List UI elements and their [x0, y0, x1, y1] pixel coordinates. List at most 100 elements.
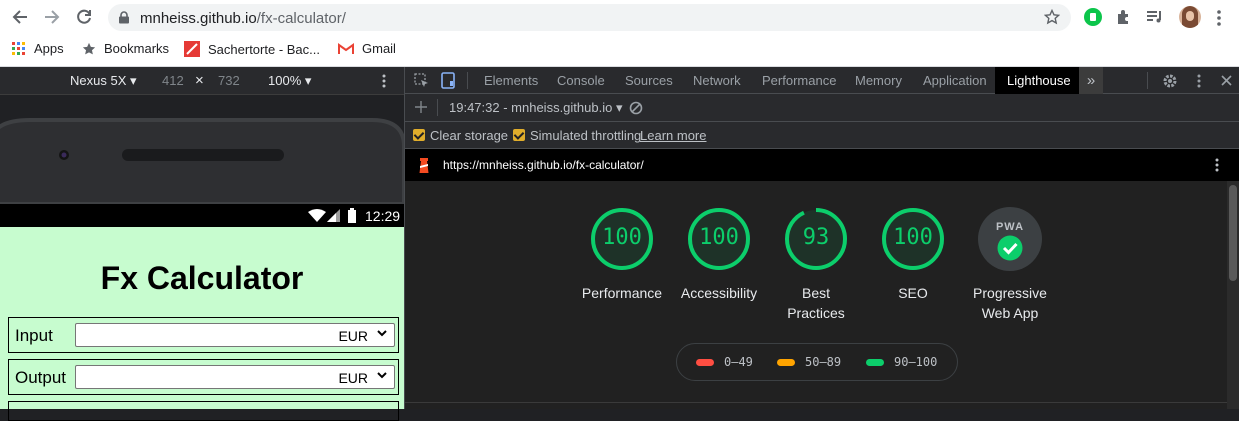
address-bar[interactable]: mnheiss.github.io/fx-calculator/: [108, 4, 1071, 31]
report-select[interactable]: 19:47:32 - mnheiss.github.io ▾: [449, 100, 622, 116]
legend-swatch-icon: [866, 358, 884, 366]
score-legend: 0–49 50–89 90–100: [676, 343, 958, 381]
forward-arrow-icon: [45, 10, 60, 24]
reload-button[interactable]: [72, 5, 96, 29]
gauge-best-practices[interactable]: 93 Best Practices: [769, 207, 863, 323]
phone-frame: [0, 116, 404, 204]
device-select[interactable]: Nexus 5X ▾: [70, 73, 137, 89]
cell-signal-icon: [327, 209, 340, 222]
report-url: https://mnheiss.github.io/fx-calculator/: [443, 158, 644, 172]
inspect-element-icon[interactable]: [414, 73, 429, 88]
bookmark-star-icon[interactable]: [1044, 9, 1060, 25]
input-label: Input: [15, 326, 53, 345]
bookmark-label: Apps: [34, 41, 64, 56]
gauge-seo[interactable]: 100 SEO: [866, 207, 960, 303]
output-currency-value: EUR: [338, 370, 368, 386]
bookmark-apps[interactable]: Apps: [12, 41, 64, 56]
legend-range: 0–49: [724, 355, 753, 369]
tab-separator: [1147, 72, 1148, 89]
chrome-menu-icon[interactable]: [1216, 9, 1222, 27]
pwa-label: Progressive Web App: [963, 283, 1057, 323]
wifi-icon: [308, 209, 326, 222]
close-icon[interactable]: [1221, 75, 1232, 86]
device-height[interactable]: 732: [218, 73, 240, 88]
pwa-badge-text: PWA: [995, 221, 1025, 233]
dimension-times: ×: [195, 72, 204, 89]
toolbar-separator: [437, 99, 438, 116]
tab-lighthouse[interactable]: Lighthouse: [995, 67, 1083, 94]
bookmark-gmail[interactable]: Gmail: [338, 41, 396, 56]
tab-network[interactable]: Network: [693, 67, 741, 94]
gauge-score: 93: [802, 225, 830, 250]
pwa-badge[interactable]: PWA Progressive Web App: [963, 207, 1057, 323]
pwa-label-line-1: Progressive: [973, 285, 1047, 301]
legend-item: 90–100: [866, 355, 937, 369]
device-ruler: [0, 94, 404, 116]
chevron-down-icon: [377, 330, 387, 337]
settings-gear-icon[interactable]: [1162, 73, 1178, 89]
gauge-label-line: SEO: [898, 285, 928, 301]
extensions-puzzle-icon[interactable]: [1115, 8, 1133, 26]
report-menu-icon[interactable]: [1215, 158, 1219, 172]
tab-performance[interactable]: Performance: [762, 67, 836, 94]
gauge-score: 100: [699, 225, 739, 250]
tab-application[interactable]: Application: [923, 67, 987, 94]
clear-storage-label: Clear storage: [430, 128, 509, 143]
tab-elements[interactable]: Elements: [484, 67, 538, 94]
extension-green-icon[interactable]: [1084, 8, 1102, 26]
device-width[interactable]: 412: [162, 73, 184, 88]
gauge-label-line: Performance: [581, 285, 663, 301]
forward-button[interactable]: [40, 5, 64, 29]
back-arrow-icon: [12, 10, 27, 24]
tab-memory[interactable]: Memory: [855, 67, 902, 94]
app-title: Fx Calculator: [100, 260, 304, 296]
status-time: 12:29: [365, 208, 401, 224]
tab-sources[interactable]: Sources: [625, 67, 673, 94]
zoom-select[interactable]: 100% ▾: [268, 73, 311, 89]
lighthouse-options: Clear storage Simulated throttling Learn…: [405, 122, 1239, 149]
tab-console[interactable]: Console: [557, 67, 605, 94]
media-queue-icon[interactable]: [1146, 9, 1164, 25]
back-button[interactable]: [8, 5, 32, 29]
scrollbar-thumb[interactable]: [1229, 185, 1237, 281]
bookmark-bookmarks[interactable]: Bookmarks: [82, 41, 169, 56]
gauge-performance[interactable]: 100 Performance: [575, 207, 669, 303]
output-row: Output EUR: [8, 359, 399, 395]
bookmark-sachertorte[interactable]: Sachertorte - Bac...: [184, 41, 320, 57]
url-path: /fx-calculator/: [256, 10, 346, 27]
learn-more-link[interactable]: Learn more: [640, 128, 706, 143]
device-more-icon[interactable]: [382, 74, 386, 88]
amount-row: [8, 401, 399, 421]
clear-block-icon[interactable]: [629, 101, 643, 115]
bookmark-label: Bookmarks: [104, 41, 170, 56]
legend-item: 0–49: [696, 355, 753, 369]
profile-avatar[interactable]: [1179, 6, 1201, 28]
report-divider: [405, 402, 1227, 403]
address-url: mnheiss.github.io/fx-calculator/: [140, 10, 346, 27]
phone-status-bar: 12:29: [0, 204, 404, 227]
gauge-label: SEO: [866, 283, 960, 303]
input-currency-select[interactable]: EUR: [75, 323, 395, 347]
device-toolbar: Nexus 5X ▾ 412 × 732 100% ▾: [0, 67, 404, 94]
gauge-score: 100: [893, 225, 933, 250]
output-currency-select[interactable]: EUR: [75, 365, 395, 389]
chevron-down-icon: [377, 372, 387, 379]
gauge-label-line: Accessibility: [680, 285, 758, 301]
devtools-menu-icon[interactable]: [1197, 74, 1201, 88]
simulated-throttling-label: Simulated throttling: [530, 128, 642, 143]
bookmark-label: Gmail: [362, 41, 396, 56]
clear-storage-checkbox[interactable]: [413, 129, 425, 141]
apps-grid-icon: [12, 41, 25, 55]
url-host: mnheiss.github.io: [140, 10, 257, 27]
gauge-accessibility[interactable]: 100 Accessibility: [672, 207, 766, 303]
more-tabs-button[interactable]: »: [1079, 67, 1103, 94]
battery-icon: [348, 208, 356, 223]
gauge-label: Accessibility: [672, 283, 766, 303]
report-scrollbar[interactable]: [1227, 181, 1239, 409]
device-toggle-icon[interactable]: [441, 72, 455, 89]
reload-icon: [77, 9, 91, 24]
simulated-throttling-checkbox[interactable]: [513, 129, 525, 141]
output-label: Output: [15, 368, 67, 387]
tab-separator: [467, 72, 468, 89]
add-icon[interactable]: [415, 101, 427, 113]
